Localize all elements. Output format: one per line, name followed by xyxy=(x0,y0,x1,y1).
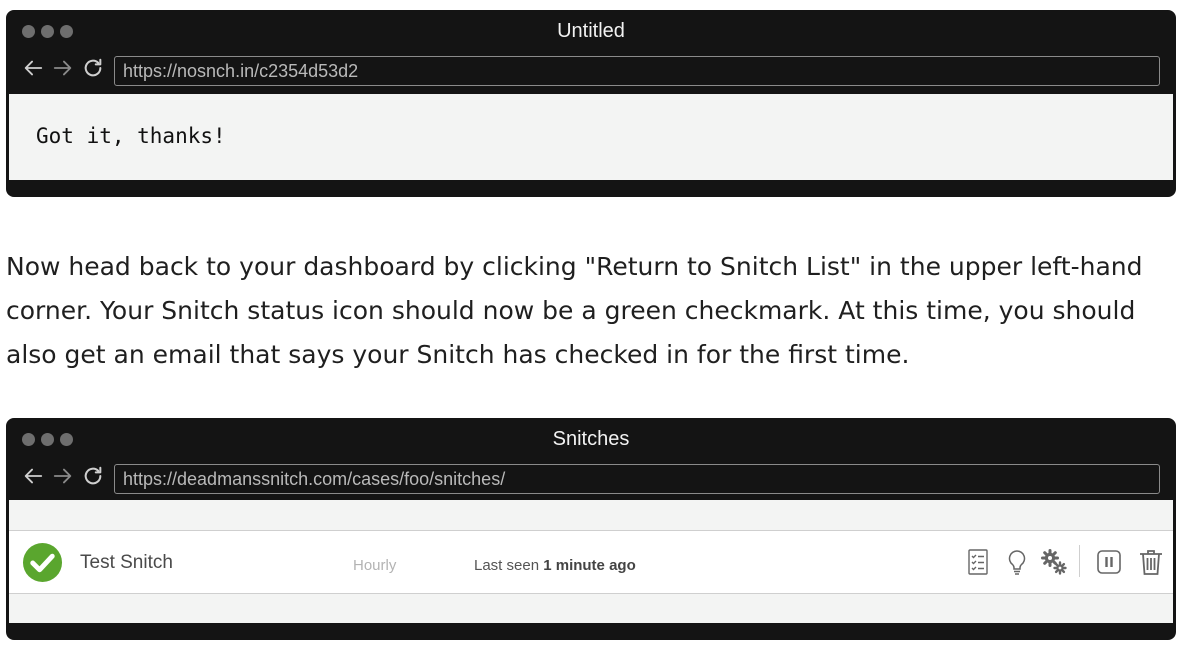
page-viewport: Test Snitch Hourly Last seen 1 minute ag… xyxy=(9,500,1173,623)
navigation-bar: https://deadmanssnitch.com/cases/foo/sni… xyxy=(6,462,1176,500)
tips-lightbulb-icon[interactable] xyxy=(1003,547,1031,577)
log-icon[interactable] xyxy=(964,547,992,577)
settings-gears-icon[interactable] xyxy=(1040,547,1068,577)
navigation-bar: https://nosnch.in/c2354d53d2 xyxy=(6,54,1176,92)
address-bar[interactable]: https://deadmanssnitch.com/cases/foo/sni… xyxy=(114,464,1160,494)
page-viewport: Got it, thanks! xyxy=(9,94,1173,180)
title-bar: Snitches xyxy=(6,418,1176,462)
last-seen-text: Last seen 1 minute ago xyxy=(474,557,636,574)
title-bar: Untitled xyxy=(6,10,1176,54)
snitch-row[interactable]: Test Snitch Hourly Last seen 1 minute ag… xyxy=(9,530,1173,594)
pause-icon[interactable] xyxy=(1095,547,1123,577)
browser-window-untitled: Untitled https://nosnch.in/c2354d53d2 Go… xyxy=(6,10,1176,197)
last-seen-prefix: Last seen xyxy=(474,557,540,574)
back-arrow-icon[interactable] xyxy=(20,463,46,489)
address-bar[interactable]: https://nosnch.in/c2354d53d2 xyxy=(114,56,1160,86)
snitch-name[interactable]: Test Snitch xyxy=(80,552,173,574)
reload-icon[interactable] xyxy=(80,463,106,489)
window-title: Snitches xyxy=(552,428,630,450)
last-seen-value: 1 minute ago xyxy=(543,557,636,574)
reload-icon[interactable] xyxy=(80,55,106,81)
actions-divider xyxy=(1079,545,1080,577)
checkmark-status-icon xyxy=(22,542,63,583)
trash-icon[interactable] xyxy=(1137,547,1165,577)
back-arrow-icon[interactable] xyxy=(20,55,46,81)
page-body-text: Got it, thanks! xyxy=(36,124,226,148)
snitch-interval: Hourly xyxy=(353,557,397,574)
browser-window-snitches: Snitches https://deadmanssnitch.com/case… xyxy=(6,418,1176,640)
window-title: Untitled xyxy=(557,20,625,42)
forward-arrow-icon[interactable] xyxy=(50,463,76,489)
forward-arrow-icon[interactable] xyxy=(50,55,76,81)
instruction-paragraph: Now head back to your dashboard by click… xyxy=(6,252,1143,369)
